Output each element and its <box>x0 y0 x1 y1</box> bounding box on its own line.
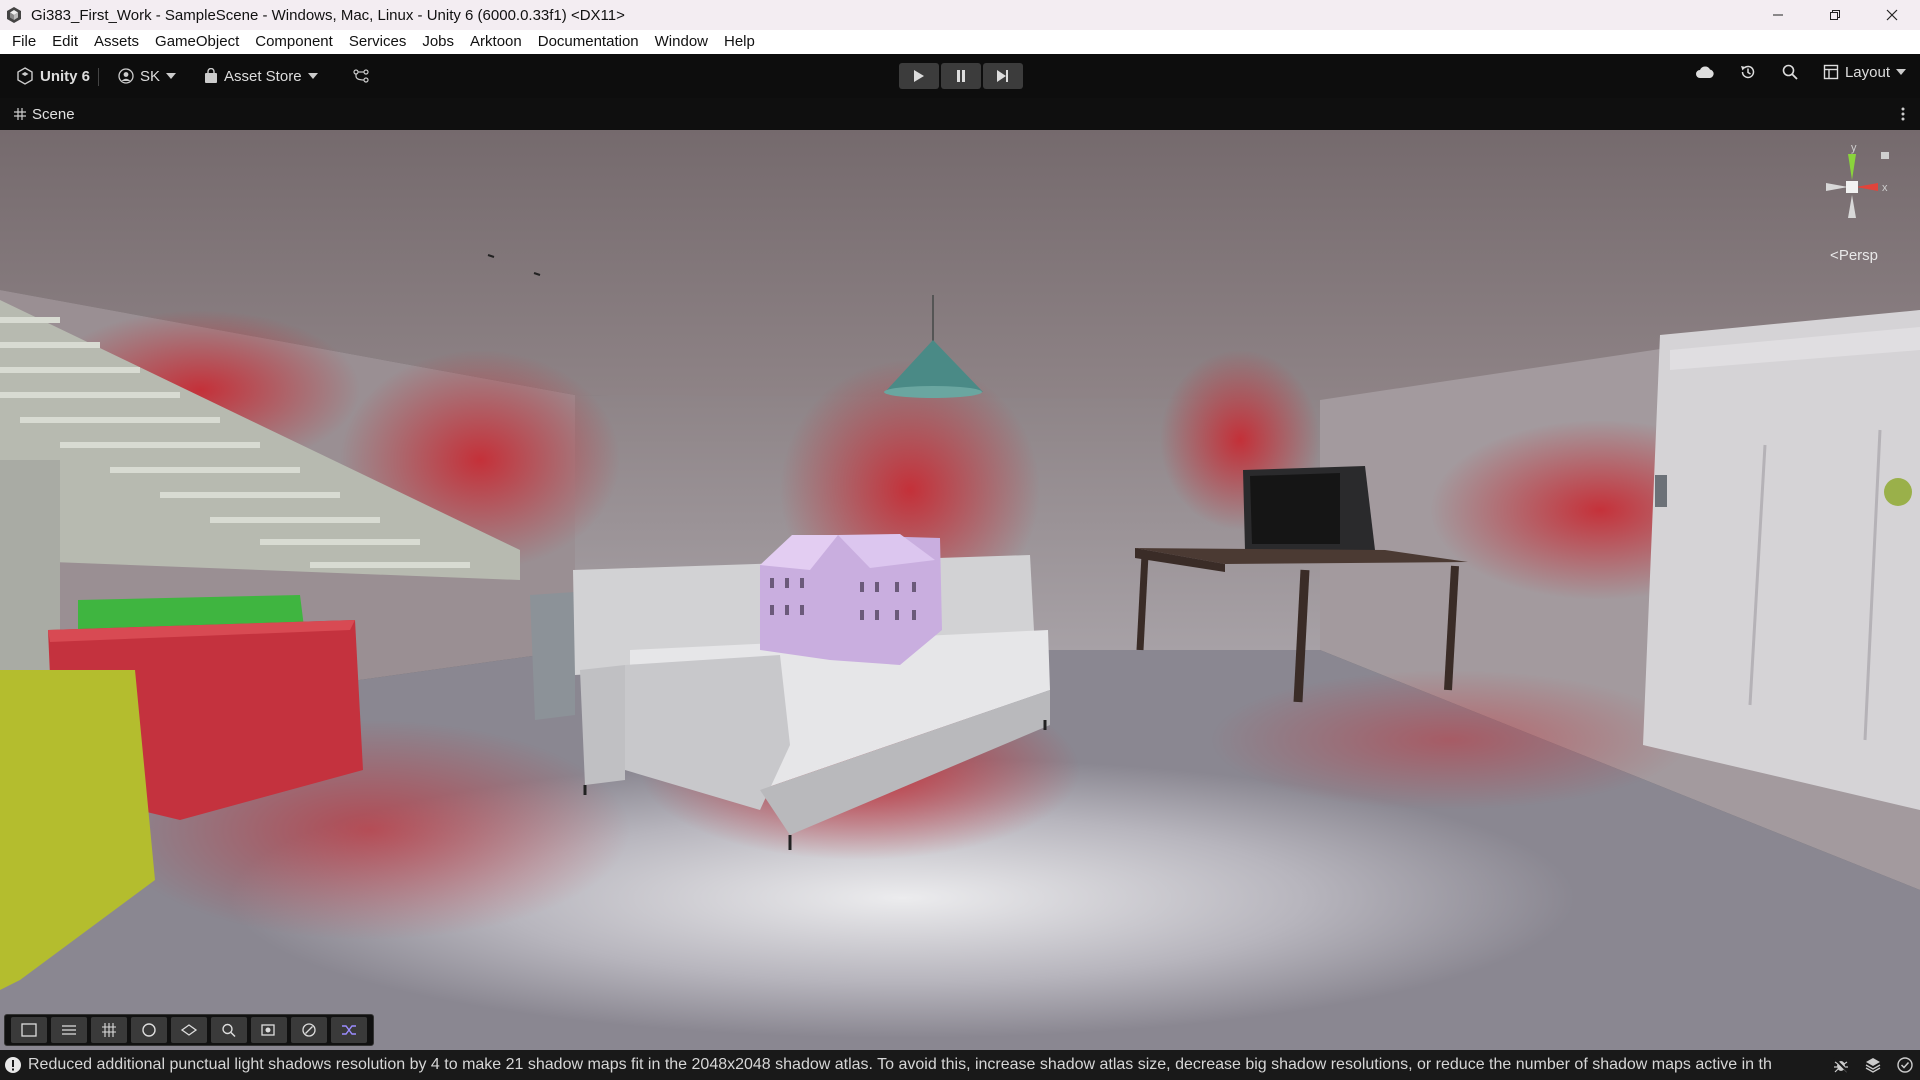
menu-documentation[interactable]: Documentation <box>530 30 647 54</box>
history-icon[interactable] <box>1739 63 1757 81</box>
camera-icon <box>261 1024 275 1036</box>
gizmo-lock-icon <box>1881 152 1889 159</box>
chevron-left-icon: < <box>1830 247 1839 264</box>
compass-icon <box>302 1023 316 1037</box>
more-options-icon[interactable] <box>1900 106 1906 122</box>
pause-icon <box>957 70 965 82</box>
rect-select-tool[interactable] <box>11 1017 47 1043</box>
close-icon <box>1886 9 1897 21</box>
menu-edit[interactable]: Edit <box>44 30 86 54</box>
menu-gameobject[interactable]: GameObject <box>147 30 247 54</box>
search-tool[interactable] <box>211 1017 247 1043</box>
status-right-icons <box>1832 1056 1914 1074</box>
layout-icon <box>1823 64 1839 80</box>
shuffle-tool[interactable] <box>331 1017 367 1043</box>
branch-icon <box>353 69 369 83</box>
projection-label: Persp <box>1838 247 1878 264</box>
warning-icon <box>5 1057 21 1073</box>
menu-arktoon[interactable]: Arktoon <box>462 30 530 54</box>
transform-icon <box>62 1025 76 1035</box>
toolbar-right-tools: Layout <box>1695 63 1906 81</box>
scene-render <box>0 130 1920 1050</box>
menu-window[interactable]: Window <box>647 30 716 54</box>
layout-label: Layout <box>1844 63 1890 81</box>
account-label: SK <box>140 67 161 85</box>
menu-bar: File Edit Assets GameObject Component Se… <box>0 30 1920 54</box>
menu-assets[interactable]: Assets <box>86 30 147 54</box>
purple-house <box>760 534 942 665</box>
layers-icon[interactable] <box>1864 1056 1882 1074</box>
account-dropdown[interactable]: SK <box>110 62 184 90</box>
unity-logo-icon <box>7 7 21 23</box>
unity-home-button[interactable]: Unity 6 <box>8 62 98 90</box>
asset-store-dropdown[interactable]: Asset Store <box>196 62 326 90</box>
play-button[interactable] <box>899 63 939 89</box>
scene-viewport[interactable]: y x <Persp <box>0 130 1920 1050</box>
main-toolbar: Unity 6 SK Asset Store Layout <box>0 54 1920 98</box>
close-button[interactable] <box>1863 0 1920 30</box>
toolbar-separator <box>98 68 99 86</box>
minimize-icon <box>1772 14 1783 16</box>
version-control-button[interactable] <box>345 62 377 90</box>
projection-toggle[interactable]: <Persp <box>1830 247 1878 264</box>
compass-tool[interactable] <box>291 1017 327 1043</box>
shading-icon <box>142 1023 156 1037</box>
account-icon <box>118 68 134 84</box>
grid-hash-icon <box>14 108 26 120</box>
unity-version-label: Unity 6 <box>40 67 91 85</box>
window-controls <box>1749 0 1920 30</box>
gizmo-x-label: x <box>1882 182 1888 194</box>
grid-icon <box>102 1023 116 1037</box>
play-controls <box>899 63 1023 89</box>
step-button[interactable] <box>983 63 1023 89</box>
menu-component[interactable]: Component <box>247 30 341 54</box>
unity-logo-icon <box>17 67 33 85</box>
chevron-down-icon <box>307 73 318 79</box>
camera-tool[interactable] <box>251 1017 287 1043</box>
menu-file[interactable]: File <box>4 30 44 54</box>
gizmo-y-label: y <box>1851 142 1857 154</box>
play-icon <box>914 70 924 82</box>
gizmo-icon <box>180 1024 198 1036</box>
search-icon[interactable] <box>1781 63 1799 81</box>
minimize-button[interactable] <box>1749 0 1806 30</box>
shopping-bag-icon <box>205 68 217 83</box>
bug-icon[interactable] <box>1832 1056 1850 1074</box>
transform-tool[interactable] <box>51 1017 87 1043</box>
pause-button[interactable] <box>941 63 981 89</box>
restore-icon <box>1829 10 1840 20</box>
status-bar: Reduced additional punctual light shadow… <box>0 1050 1920 1080</box>
menu-jobs[interactable]: Jobs <box>414 30 462 54</box>
shuffle-icon <box>342 1025 356 1035</box>
chevron-down-icon <box>1896 69 1906 75</box>
check-circle-icon[interactable] <box>1896 1056 1914 1074</box>
side-cabinet <box>530 592 575 720</box>
door <box>1643 310 1920 810</box>
grid-tool[interactable] <box>91 1017 127 1043</box>
step-icon <box>997 70 1008 82</box>
overlay-toolbar <box>4 1014 374 1046</box>
search-icon <box>222 1023 236 1038</box>
layout-dropdown[interactable]: Layout <box>1823 64 1906 81</box>
restore-button[interactable] <box>1806 0 1863 30</box>
scene-tab-bar: Scene <box>0 98 1920 130</box>
rect-select-icon <box>21 1023 37 1037</box>
shading-tool[interactable] <box>131 1017 167 1043</box>
chevron-down-icon <box>166 73 177 79</box>
gizmo-tool[interactable] <box>171 1017 207 1043</box>
menu-help[interactable]: Help <box>716 30 763 54</box>
window-title: Gi383_First_Work - SampleScene - Windows… <box>31 6 625 24</box>
tab-scene[interactable]: Scene <box>0 106 75 123</box>
cloud-icon[interactable] <box>1695 65 1715 79</box>
status-message[interactable]: Reduced additional punctual light shadow… <box>28 1056 1778 1074</box>
television <box>1243 466 1375 555</box>
title-bar: Gi383_First_Work - SampleScene - Windows… <box>0 0 1920 30</box>
asset-store-label: Asset Store <box>224 67 302 85</box>
menu-services[interactable]: Services <box>341 30 415 54</box>
scene-tab-title: Scene <box>32 105 75 123</box>
